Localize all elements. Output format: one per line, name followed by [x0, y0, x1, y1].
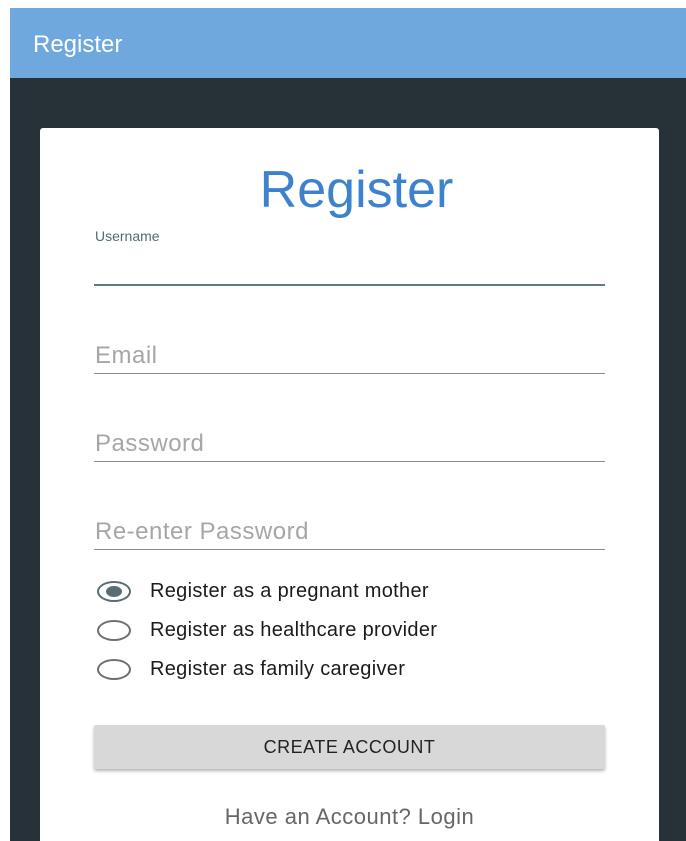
- email-field: [94, 339, 605, 374]
- reenter-password-field: [94, 515, 605, 550]
- radio-dot: [106, 585, 122, 597]
- role-option-pregnant-mother[interactable]: Register as a pregnant mother: [97, 576, 429, 606]
- role-option-family-caregiver[interactable]: Register as family caregiver: [97, 654, 405, 684]
- username-field: [94, 250, 605, 286]
- app-bar-title: Register: [33, 31, 123, 58]
- reenter-password-input[interactable]: [94, 515, 605, 549]
- role-option-healthcare-provider[interactable]: Register as healthcare provider: [97, 615, 437, 645]
- app-bar: Register: [10, 8, 686, 78]
- page-title: Register: [259, 161, 454, 219]
- role-label: Register as a pregnant mother: [150, 579, 429, 602]
- password-field: [94, 427, 605, 462]
- create-account-button[interactable]: CREATE ACCOUNT: [94, 725, 605, 769]
- radio-button-checked-icon[interactable]: [97, 580, 131, 602]
- password-input[interactable]: [94, 427, 605, 461]
- username-label: Username: [95, 228, 160, 244]
- reenter-password-underline: [94, 549, 605, 550]
- radio-button-icon[interactable]: [97, 619, 131, 641]
- password-underline: [94, 461, 605, 462]
- role-label: Register as family caregiver: [150, 657, 406, 680]
- login-link[interactable]: Have an Account? Login: [40, 804, 659, 830]
- role-label: Register as healthcare provider: [150, 618, 438, 641]
- radio-button-icon[interactable]: [97, 658, 131, 680]
- username-underline: [94, 284, 605, 286]
- email-input[interactable]: [94, 339, 605, 373]
- username-input[interactable]: [94, 250, 605, 284]
- email-underline: [94, 373, 605, 374]
